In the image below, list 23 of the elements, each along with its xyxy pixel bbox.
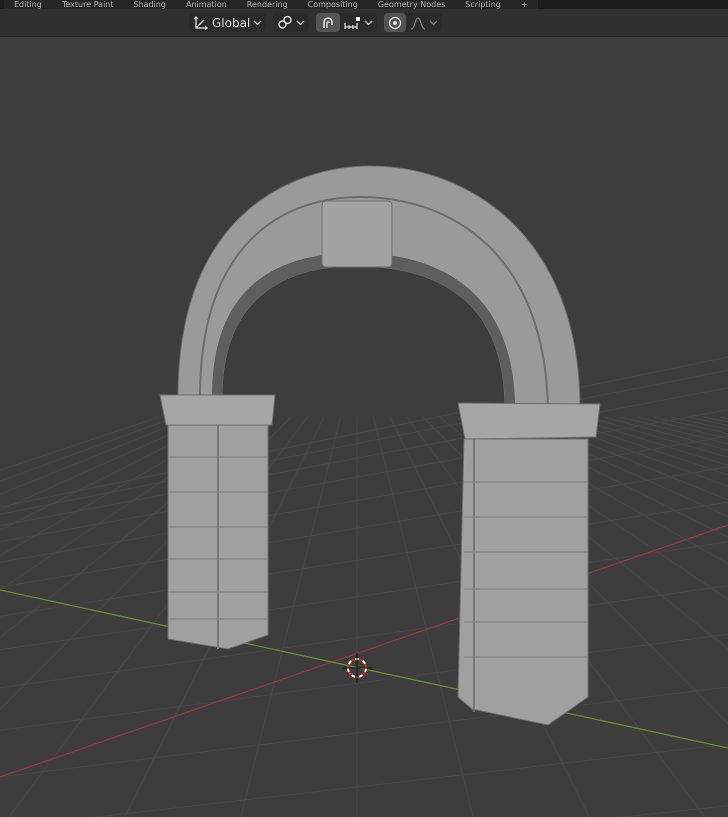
workspace-tab[interactable]: + [510, 0, 538, 9]
workspace-tab[interactable]: Texture Paint [52, 0, 124, 9]
workspace-tab[interactable]: Rendering [236, 0, 298, 9]
chevron-icon [429, 20, 438, 26]
chevron-icon [253, 20, 262, 26]
target-circle-icon [388, 16, 402, 30]
pivot-dropdown[interactable] [273, 13, 310, 32]
chevron-icon [296, 20, 306, 26]
3d-cursor-icon [342, 652, 372, 684]
link-icon [277, 15, 294, 30]
curve-icon [410, 16, 426, 30]
workspace-tab[interactable]: Geometry Nodes [368, 0, 456, 9]
workspace-tab[interactable]: Scripting [455, 0, 511, 9]
orientation-dropdown[interactable]: Global [189, 13, 266, 32]
proportional-editing-toggle[interactable] [384, 13, 406, 32]
workspace-tab[interactable]: Editing [4, 0, 52, 9]
chevron-icon [364, 20, 374, 26]
workspace-tab[interactable]: Shading [124, 0, 176, 9]
axes-icon [193, 15, 209, 30]
workspace-tab[interactable]: Compositing [298, 0, 368, 9]
workspace-tab[interactable]: Animation [176, 0, 237, 9]
snap-toggle[interactable] [316, 13, 340, 32]
snap-increment-icon [344, 16, 362, 30]
